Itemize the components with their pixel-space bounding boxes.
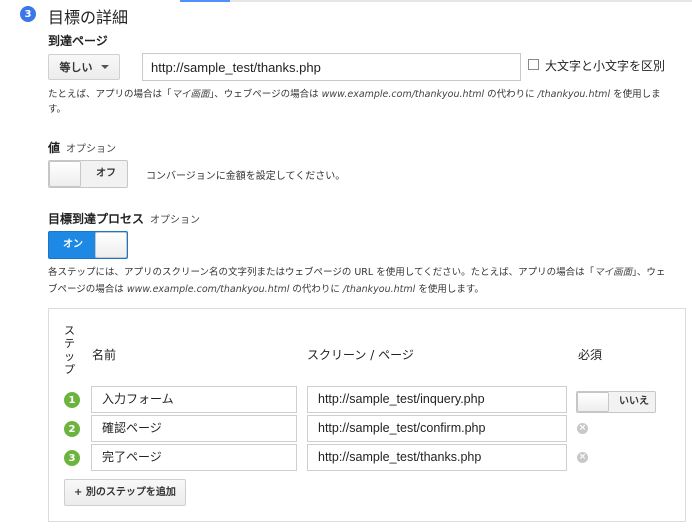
step-name-input[interactable]: 入力フォーム bbox=[91, 386, 297, 413]
match-type-dropdown[interactable]: 等しい bbox=[48, 54, 120, 80]
remove-step-icon[interactable]: × bbox=[577, 423, 588, 434]
section-number-badge: 3 bbox=[20, 6, 36, 22]
funnel-label: 目標到達プロセス オプション bbox=[48, 212, 201, 226]
hint-app-example: マイ画面 bbox=[171, 89, 210, 100]
step-url-input[interactable]: http://sample_test/thanks.php bbox=[307, 444, 567, 471]
section-title: 目標の詳細 bbox=[48, 8, 129, 27]
step-url-input[interactable]: http://sample_test/confirm.php bbox=[307, 415, 567, 442]
value-optional-label: オプション bbox=[66, 144, 117, 155]
remove-step-icon[interactable]: × bbox=[577, 452, 588, 463]
step-name-input[interactable]: 完了ページ bbox=[91, 444, 297, 471]
toggle-knob bbox=[49, 161, 81, 187]
destination-hint-line2: す。 bbox=[48, 104, 67, 115]
funnel-optional-label: オプション bbox=[150, 215, 201, 226]
name-column-header: 名前 bbox=[92, 348, 117, 362]
case-sensitive-checkbox[interactable] bbox=[528, 59, 539, 70]
required-toggle-state: いいえ bbox=[619, 396, 649, 407]
hint-web-example: www.example.com/thankyou.html bbox=[321, 89, 485, 100]
step-number-badge: 2 bbox=[64, 421, 80, 437]
value-toggle-state: オフ bbox=[96, 168, 116, 179]
funnel-toggle-state: オン bbox=[63, 239, 83, 250]
destination-hint-line1: たとえば、アプリの場合は「マイ画面」、ウェブページの場合は www.exampl… bbox=[48, 89, 661, 100]
case-sensitive-label: 大文字と小文字を区別 bbox=[545, 59, 666, 73]
value-label: 値オプション bbox=[48, 141, 117, 155]
match-type-value: 等しい bbox=[59, 61, 93, 74]
step-number-badge: 1 bbox=[64, 392, 80, 408]
value-description: コンバージョンに金額を設定してください。 bbox=[146, 171, 346, 182]
required-column-header: 必須 bbox=[578, 348, 603, 362]
step-url-input[interactable]: http://sample_test/inquery.php bbox=[307, 386, 567, 413]
funnel-description-line2: ブページの場合は www.example.com/thankyou.html の… bbox=[48, 284, 484, 295]
toggle-knob bbox=[577, 392, 609, 412]
funnel-toggle[interactable]: オン bbox=[48, 231, 128, 259]
step-name-input[interactable]: 確認ページ bbox=[91, 415, 297, 442]
top-divider-accent bbox=[180, 0, 230, 2]
chevron-down-icon bbox=[100, 65, 109, 69]
hint-path-example: /thankyou.html bbox=[537, 89, 611, 100]
value-toggle[interactable]: オフ bbox=[48, 160, 128, 188]
step-number-badge: 3 bbox=[64, 450, 80, 466]
required-toggle[interactable]: いいえ bbox=[576, 391, 656, 413]
toggle-knob bbox=[95, 232, 127, 258]
step-column-header: ステップ bbox=[64, 324, 75, 376]
destination-label: 到達ページ bbox=[48, 34, 108, 48]
funnel-description-line1: 各ステップには、アプリのスクリーン名の文字列またはウェブページの URL を使用… bbox=[48, 267, 666, 278]
screen-column-header: スクリーン / ページ bbox=[307, 348, 414, 362]
add-step-button[interactable]: + 別のステップを追加 bbox=[64, 479, 186, 506]
top-divider bbox=[180, 0, 692, 2]
destination-url-input[interactable] bbox=[142, 53, 521, 81]
